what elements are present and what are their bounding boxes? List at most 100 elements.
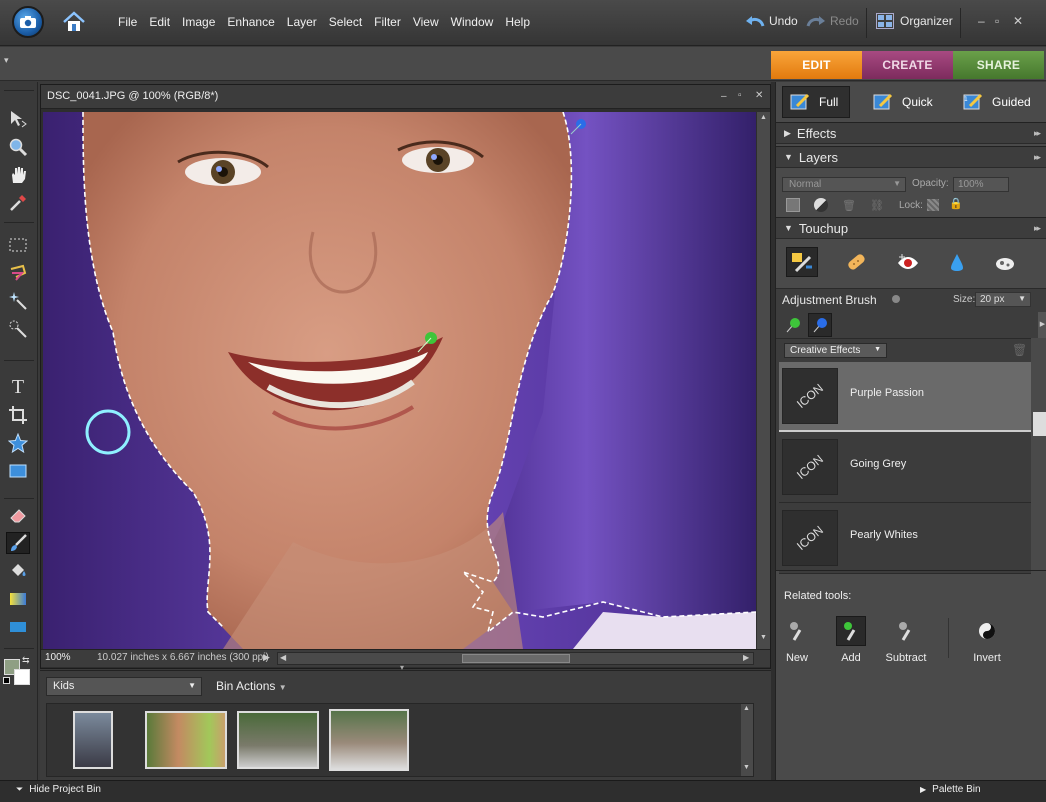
menu-enhance[interactable]: Enhance (221, 15, 280, 29)
menu-filter[interactable]: Filter (368, 15, 407, 29)
app-logo[interactable] (12, 6, 44, 38)
horizontal-scrollbar[interactable]: ◀ ▶ (277, 652, 754, 665)
healing-brush-icon[interactable] (842, 249, 870, 277)
redo-button[interactable]: Redo (806, 14, 859, 28)
shape-tool-icon[interactable] (6, 432, 30, 454)
menu-help[interactable]: Help (499, 15, 536, 29)
smart-brush-tool-icon[interactable] (786, 247, 818, 277)
scroll-left-icon[interactable]: ◀ (280, 653, 286, 662)
panel-menu-icon[interactable]: ▸▸ (1034, 152, 1041, 163)
restore-icon[interactable]: ▫ (995, 14, 999, 28)
brush-size-field[interactable]: 20 px ▼ (975, 292, 1031, 307)
red-eye-removal-icon[interactable] (894, 249, 922, 277)
scroll-thumb[interactable] (1033, 412, 1046, 436)
swap-colors-icon[interactable]: ⇆ (22, 655, 30, 666)
tab-share[interactable]: SHARE (953, 51, 1044, 79)
hand-tool-icon[interactable] (6, 164, 30, 186)
menu-select[interactable]: Select (323, 15, 368, 29)
redeye-tool-icon[interactable] (6, 460, 30, 482)
image-canvas[interactable] (43, 112, 756, 649)
menu-image[interactable]: Image (176, 15, 221, 29)
thumbnail[interactable] (73, 711, 113, 769)
palette-bin-button[interactable]: ▶ Palette Bin (920, 784, 981, 795)
green-pin-icon[interactable] (782, 314, 804, 336)
menu-view[interactable]: View (407, 15, 445, 29)
panel-menu-icon[interactable]: ▸▸ (1034, 223, 1041, 234)
thumbnail-selected[interactable] (329, 709, 409, 771)
background-color-swatch[interactable] (14, 669, 30, 685)
effect-row[interactable]: ICON Pearly Whites (779, 504, 1031, 574)
effects-scrollbar[interactable] (1032, 338, 1046, 570)
blur-tool-icon[interactable] (943, 249, 971, 277)
view-full-button[interactable]: Full (782, 86, 850, 118)
effects-panel-header[interactable]: ▶ Effects ▸▸ (776, 122, 1046, 144)
effect-row-selected[interactable]: ICON Purple Passion (779, 362, 1031, 432)
link-layers-icon[interactable]: ⛓ (870, 199, 884, 212)
trash-icon[interactable]: 🗑 (842, 199, 856, 212)
panel-menu-icon[interactable]: ▸▸ (1034, 128, 1041, 139)
new-layer-icon[interactable] (786, 198, 800, 212)
magic-wand-tool-icon[interactable] (6, 290, 30, 312)
blend-mode-dropdown[interactable]: Normal ▼ (782, 177, 906, 192)
gradient-tool-icon[interactable] (6, 588, 30, 610)
view-quick-button[interactable]: Quick (872, 86, 933, 118)
menu-layer[interactable]: Layer (281, 15, 323, 29)
effect-row[interactable]: ICON Going Grey (779, 433, 1031, 503)
scroll-up-icon[interactable]: ▲ (743, 705, 750, 712)
undo-button[interactable]: Undo (745, 14, 798, 28)
add-selection-button[interactable]: Add (821, 616, 881, 664)
bin-actions-menu[interactable]: Bin Actions ▼ (216, 679, 287, 693)
tab-edit[interactable]: EDIT (771, 51, 862, 79)
eyedropper-tool-icon[interactable] (6, 192, 30, 214)
quick-selection-tool-icon[interactable] (6, 318, 30, 340)
layers-panel-header[interactable]: ▼ Layers ▸▸ (776, 146, 1046, 168)
view-guided-button[interactable]: 1 Guided (962, 86, 1031, 118)
scroll-right-icon[interactable]: ▶ (743, 653, 749, 662)
doc-minimize-icon[interactable]: – (721, 91, 727, 102)
menu-window[interactable]: Window (445, 15, 500, 29)
adjustment-layer-icon[interactable] (814, 198, 828, 212)
options-menu-icon[interactable]: ▾ (4, 55, 9, 66)
doc-close-icon[interactable]: ✕ (755, 90, 763, 101)
new-selection-button[interactable]: New (767, 616, 827, 664)
touchup-panel-header[interactable]: ▼ Touchup ▸▸ (776, 217, 1046, 239)
move-tool-icon[interactable] (6, 108, 30, 130)
eraser-tool-icon[interactable] (6, 504, 30, 526)
menu-file[interactable]: File (112, 15, 143, 29)
minimize-icon[interactable]: – (978, 14, 985, 28)
sponge-tool-icon[interactable] (991, 249, 1019, 277)
zoom-tool-icon[interactable] (6, 136, 30, 158)
menu-edit[interactable]: Edit (143, 15, 176, 29)
expand-arrow-icon[interactable]: ▶ (1038, 312, 1046, 338)
smudge-tool-icon[interactable] (6, 616, 30, 638)
lasso-tool-icon[interactable] (6, 262, 30, 284)
help-dot-icon[interactable] (892, 295, 900, 303)
default-colors-icon[interactable] (3, 677, 10, 684)
category-dropdown[interactable]: Creative Effects ▼ (784, 343, 887, 358)
type-tool-icon[interactable]: T (6, 376, 30, 398)
tab-create[interactable]: CREATE (862, 51, 953, 79)
hide-project-bin-button[interactable]: ⏷ Hide Project Bin (16, 784, 101, 795)
paint-bucket-tool-icon[interactable] (6, 560, 30, 582)
bin-scrollbar[interactable]: ▲ ▼ (741, 704, 753, 776)
home-icon[interactable] (60, 9, 88, 35)
collapse-bin-icon[interactable]: ▾ (400, 663, 404, 672)
crop-tool-icon[interactable] (6, 404, 30, 426)
lock-all-icon[interactable]: 🔒 (949, 197, 963, 210)
invert-selection-button[interactable]: Invert (957, 616, 1017, 664)
close-icon[interactable]: ✕ (1013, 14, 1023, 28)
thumbnail[interactable] (145, 711, 227, 769)
album-dropdown[interactable]: Kids ▼ (46, 677, 202, 696)
blue-pin-icon[interactable] (808, 313, 832, 337)
organizer-button[interactable]: Organizer (876, 13, 953, 29)
vertical-scrollbar[interactable]: ▲ ▼ (757, 112, 770, 649)
opacity-field[interactable]: 100% (953, 177, 1009, 192)
doc-restore-icon[interactable]: ▫ (738, 90, 742, 101)
thumbnail[interactable] (237, 711, 319, 769)
status-menu-icon[interactable]: ▶ (263, 652, 270, 663)
subtract-selection-button[interactable]: Subtract (876, 616, 936, 664)
scroll-thumb[interactable] (462, 654, 570, 663)
brush-tool-icon[interactable] (6, 532, 30, 554)
scroll-down-icon[interactable]: ▼ (743, 764, 750, 771)
scroll-up-icon[interactable]: ▲ (758, 114, 769, 124)
